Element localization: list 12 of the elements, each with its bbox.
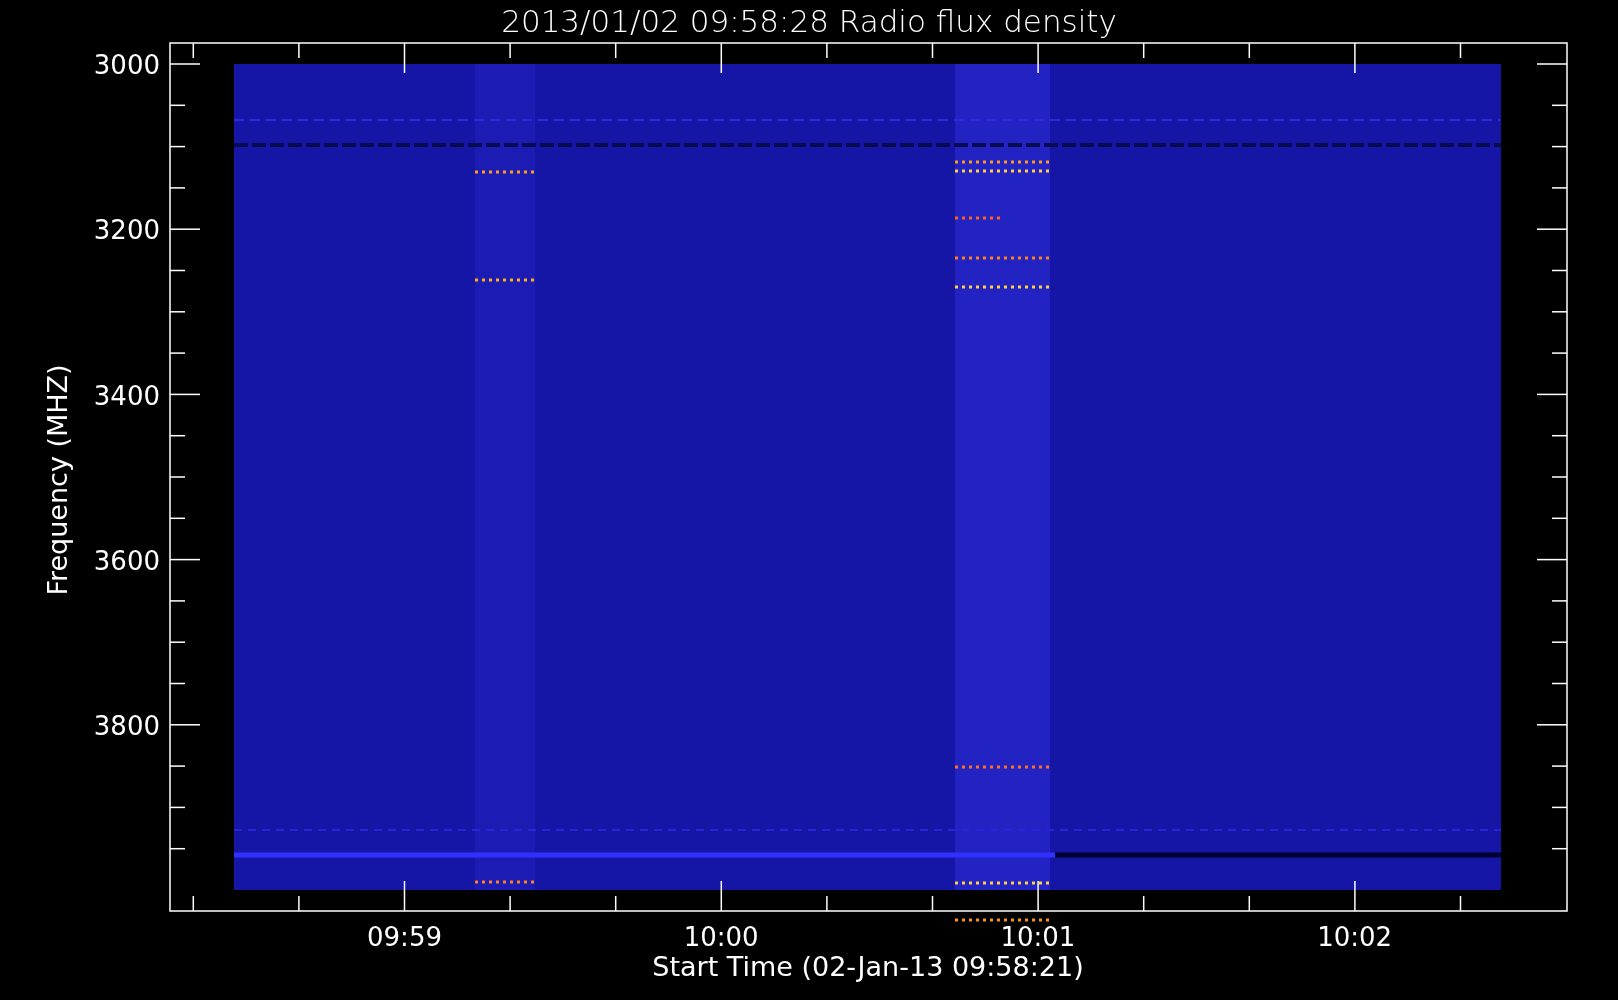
x-tick-label: 10:02	[1317, 922, 1393, 952]
x-tick-label: 09:59	[367, 922, 442, 952]
y-tick-label: 3600	[93, 545, 160, 576]
x-tick-label: 10:01	[1000, 922, 1076, 952]
y-tick-label: 3000	[93, 50, 160, 80]
x-tick-label: 10:00	[683, 922, 759, 952]
y-tick-label: 3400	[93, 380, 160, 411]
x-axis-label: Start Time (02-Jan-13 09:58:21)	[652, 951, 1084, 982]
y-tick-label: 3800	[93, 711, 160, 742]
y-tick-label: 3200	[93, 215, 160, 246]
chart-title: 2013/01/02 09:58:28 Radio flux density	[501, 3, 1117, 39]
y-axis-label: Frequency (MHZ)	[42, 364, 73, 596]
